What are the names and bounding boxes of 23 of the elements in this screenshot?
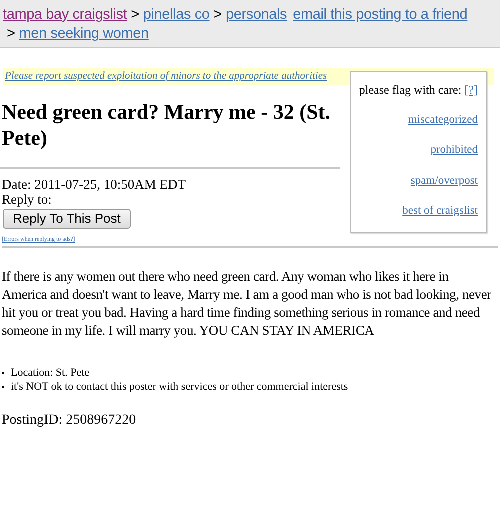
flag-link[interactable]: spam/overpost: [410, 172, 478, 190]
posting-title: Need green card? Marry me - 32 (St. Pete): [2, 99, 332, 151]
email-link[interactable]: email this posting to a friend: [293, 6, 468, 25]
reply-button[interactable]: Reply To This Post: [3, 209, 131, 229]
posting-body: If there is any women out there who need green card. Any woman who likes it here in America and doesn't want to leave, Marry me. I am a good man who is not bad looking, never hit you or treat you bad. Having a hard time finding something serious in romance and need someone in my life. I will marry you. YOU CAN STAY IN AMERICA: [1, 268, 492, 340]
detail-item: it's NOT ok to contact this poster with services or other commercial interests: [11, 380, 348, 394]
flag-label: please flag with care:: [359, 82, 462, 99]
breadcrumb-link[interactable]: men seeking women: [19, 25, 149, 44]
detail-item: Location: St. Pete: [11, 366, 90, 380]
flag-link[interactable]: miscategorized: [408, 112, 478, 130]
posting-id: PostingID: 2508967220: [1, 412, 136, 430]
breadcrumb-separator: >: [7, 25, 16, 44]
breadcrumb-link[interactable]: pinellas co: [143, 6, 210, 25]
breadcrumb-link[interactable]: tampa bay craigslist: [3, 6, 128, 25]
flag-link[interactable]: best of craigslist: [402, 202, 478, 220]
breadcrumb-separator: >: [214, 6, 222, 25]
posting-date: Date: 2011-07-25, 10:50AM EDT: [2, 177, 186, 192]
breadcrumb-link[interactable]: personals: [226, 6, 288, 25]
help-link[interactable]: [?]: [464, 81, 478, 99]
notice-link[interactable]: Please report suspected exploitation of minors to the appropriate authorities: [5, 70, 335, 83]
breadcrumb-separator: >: [131, 6, 140, 25]
flag-link[interactable]: prohibited: [430, 142, 478, 160]
reply-to-label: Reply to:: [2, 192, 52, 207]
